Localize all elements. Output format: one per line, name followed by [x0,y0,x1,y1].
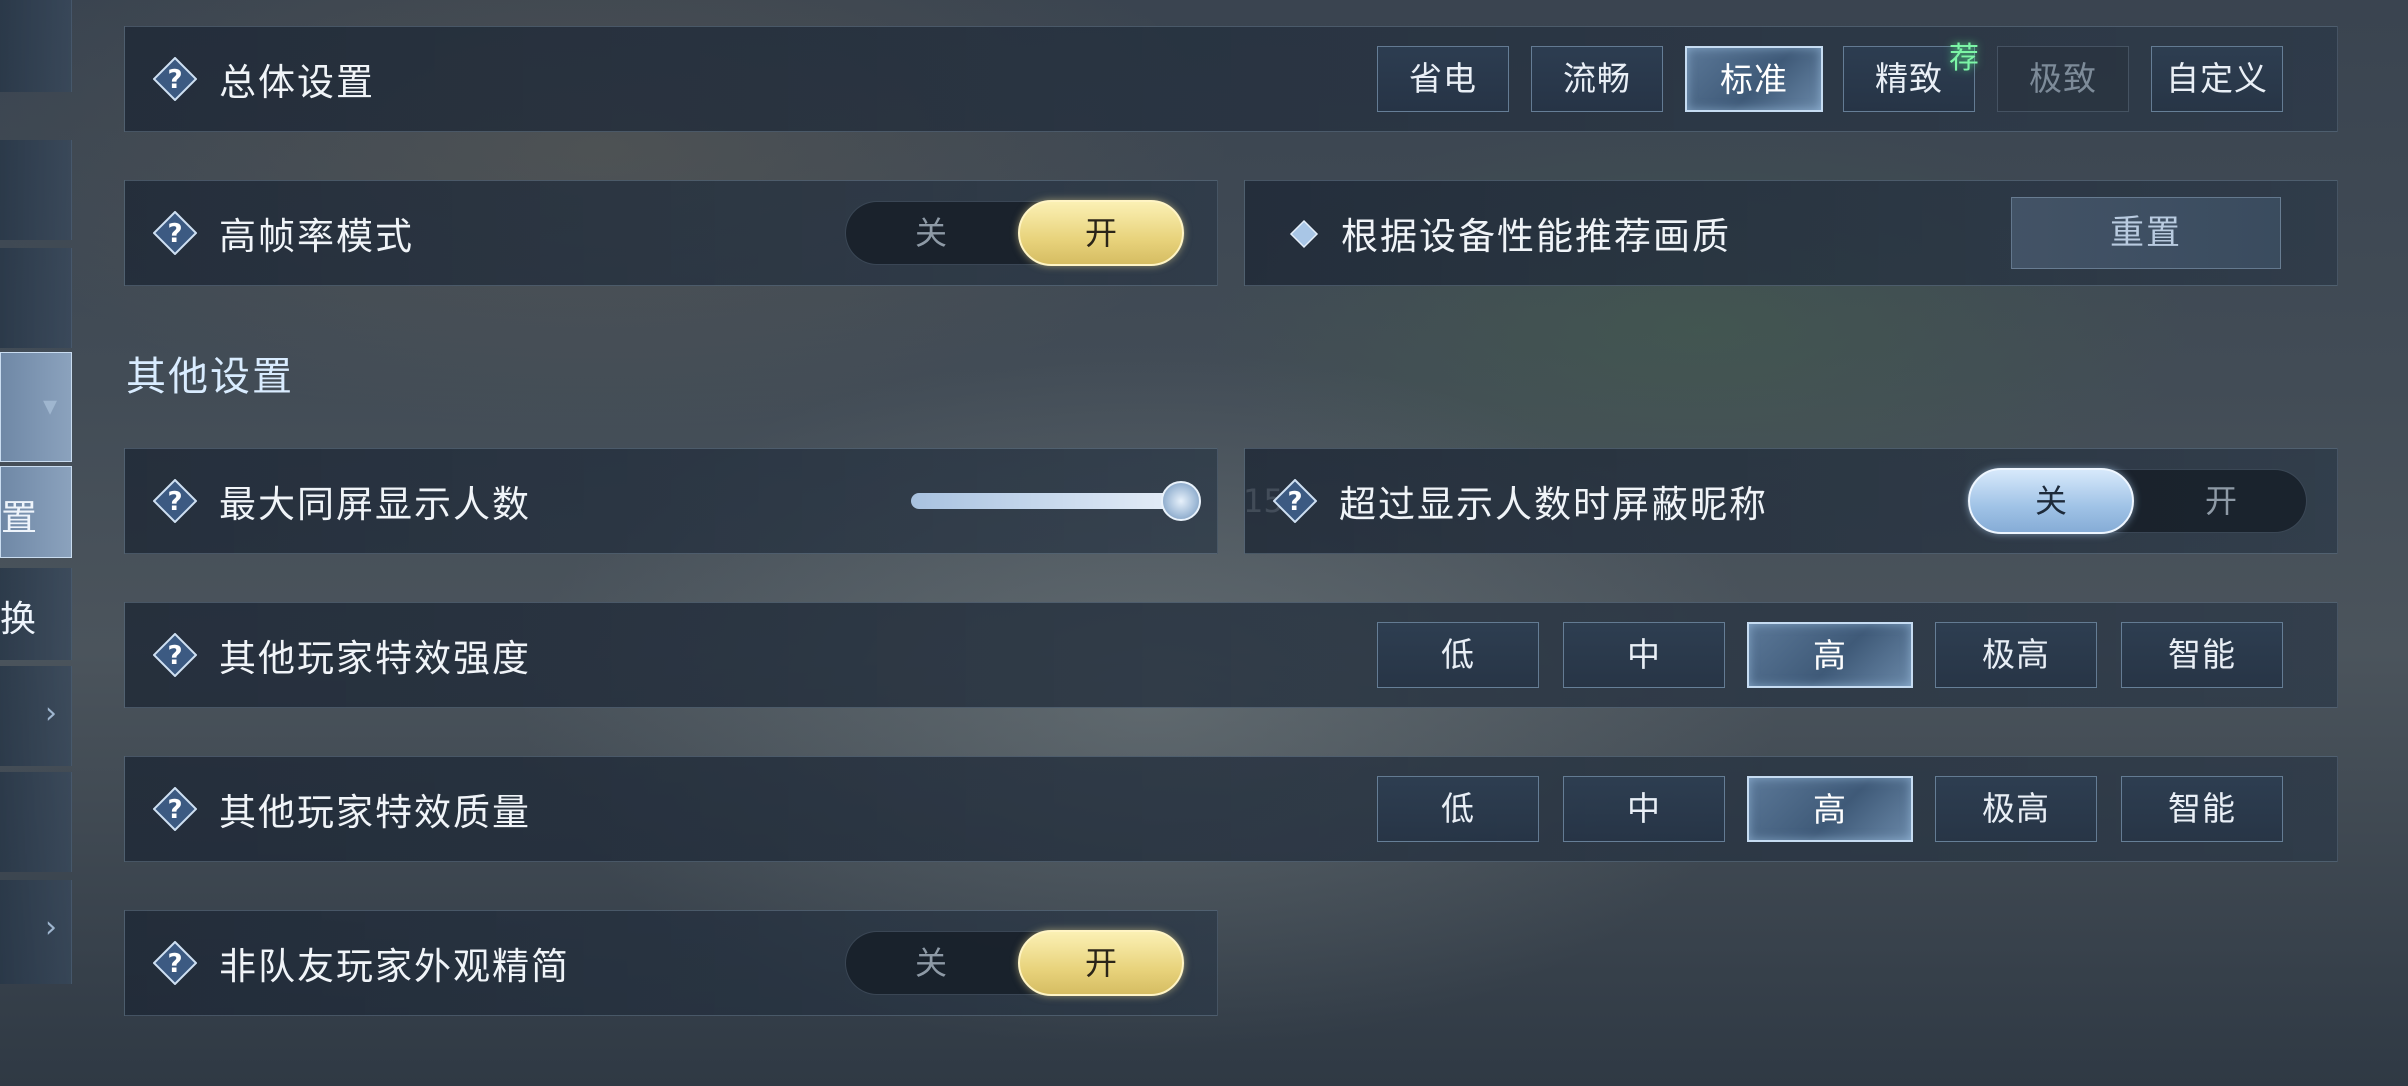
help-icon[interactable]: ? [153,787,197,831]
sidebar-item[interactable]: 换 [0,568,72,660]
quality-option-smooth[interactable]: 流畅 [1531,46,1663,112]
help-icon[interactable]: ? [153,479,197,523]
effects-quality-option-ultra[interactable]: 极高 [1935,776,2097,842]
chevron-right-icon: › [45,910,57,945]
toggle-on-knob: 开 [1018,200,1184,266]
hide-names-row: ? 超过显示人数时屏蔽昵称 关 开 [1244,448,2338,554]
toggle-on-label: 开 [2204,482,2237,520]
sidebar-tile[interactable] [0,0,72,92]
overall-settings-row: ? 总体设置 省电 流畅 标准 精致 荐 极致 自定义 [124,26,2338,132]
svg-text:?: ? [167,487,182,517]
high-fps-label: 高帧率模式 [219,215,414,258]
recommended-badge: 荐 [1949,41,1979,76]
max-players-slider-thumb[interactable] [1161,481,1201,521]
svg-text:?: ? [167,219,182,249]
effects-strength-row: ? 其他玩家特效强度 低 中 高 极高 智能 [124,602,2338,708]
effects-quality-row: ? 其他玩家特效质量 低 中 高 极高 智能 [124,756,2338,862]
max-players-row: ? 最大同屏显示人数 15 [124,448,1284,554]
section-title: 其他设置 [126,354,294,400]
high-fps-row: ? 高帧率模式 关 开 [124,180,1218,286]
svg-text:?: ? [167,641,182,671]
quality-option-power-save[interactable]: 省电 [1377,46,1509,112]
sidebar-item[interactable] [0,772,72,872]
recommend-quality-row: 根据设备性能推荐画质 重置 [1244,180,2338,286]
chevron-down-icon: ▾ [42,389,57,422]
effects-strength-option-smart[interactable]: 智能 [2121,622,2283,688]
reset-button[interactable]: 重置 [2011,197,2281,269]
toggle-off-label: 关 [914,214,947,252]
simplify-appearance-row: ? 非队友玩家外观精简 关 开 [124,910,1218,1016]
effects-quality-option-mid[interactable]: 中 [1563,776,1725,842]
svg-text:?: ? [167,65,182,95]
sidebar-item-label: 置 [1,498,38,539]
effects-strength-option-high[interactable]: 高 [1747,622,1913,688]
max-players-label: 最大同屏显示人数 [219,483,531,526]
effects-strength-option-low[interactable]: 低 [1377,622,1539,688]
quality-option-ultimate[interactable]: 极致 [1997,46,2129,112]
effects-quality-option-low[interactable]: 低 [1377,776,1539,842]
sidebar-dropdown[interactable]: ▾ [0,352,72,462]
help-icon[interactable]: ? [153,57,197,101]
quality-option-standard[interactable]: 标准 [1685,46,1823,112]
effects-quality-label: 其他玩家特效质量 [219,791,531,834]
help-icon[interactable]: ? [1273,479,1317,523]
help-icon[interactable]: ? [153,941,197,985]
svg-text:?: ? [1287,487,1302,517]
effects-strength-option-mid[interactable]: 中 [1563,622,1725,688]
sidebar-item[interactable]: › [0,880,72,984]
simplify-appearance-label: 非队友玩家外观精简 [219,945,570,988]
high-fps-toggle[interactable]: 关 开 [845,200,1185,266]
effects-strength-label: 其他玩家特效强度 [219,637,531,680]
hide-names-toggle[interactable]: 关 开 [1967,468,2307,534]
overall-settings-label: 总体设置 [219,61,375,104]
quality-option-custom[interactable]: 自定义 [2151,46,2283,112]
max-players-slider-track[interactable] [911,493,1183,509]
help-icon[interactable]: ? [153,211,197,255]
diamond-icon [1289,219,1319,249]
simplify-appearance-toggle[interactable]: 关 开 [845,930,1185,996]
svg-text:?: ? [167,795,182,825]
sidebar-tile[interactable] [0,140,72,240]
hide-names-label: 超过显示人数时屏蔽昵称 [1339,483,1768,526]
chevron-right-icon: › [45,696,57,731]
effects-strength-option-ultra[interactable]: 极高 [1935,622,2097,688]
toggle-off-knob: 关 [1968,468,2134,534]
help-icon[interactable]: ? [153,633,197,677]
sidebar-item-label: 换 [0,599,37,640]
sidebar-item[interactable]: › [0,666,72,766]
recommend-quality-label: 根据设备性能推荐画质 [1341,215,1731,258]
sidebar-item-active[interactable]: 置 [0,466,72,558]
toggle-on-knob: 开 [1018,930,1184,996]
effects-quality-option-smart[interactable]: 智能 [2121,776,2283,842]
sidebar-tile[interactable] [0,248,72,348]
effects-quality-option-high[interactable]: 高 [1747,776,1913,842]
toggle-off-label: 关 [914,944,947,982]
svg-text:?: ? [167,949,182,979]
